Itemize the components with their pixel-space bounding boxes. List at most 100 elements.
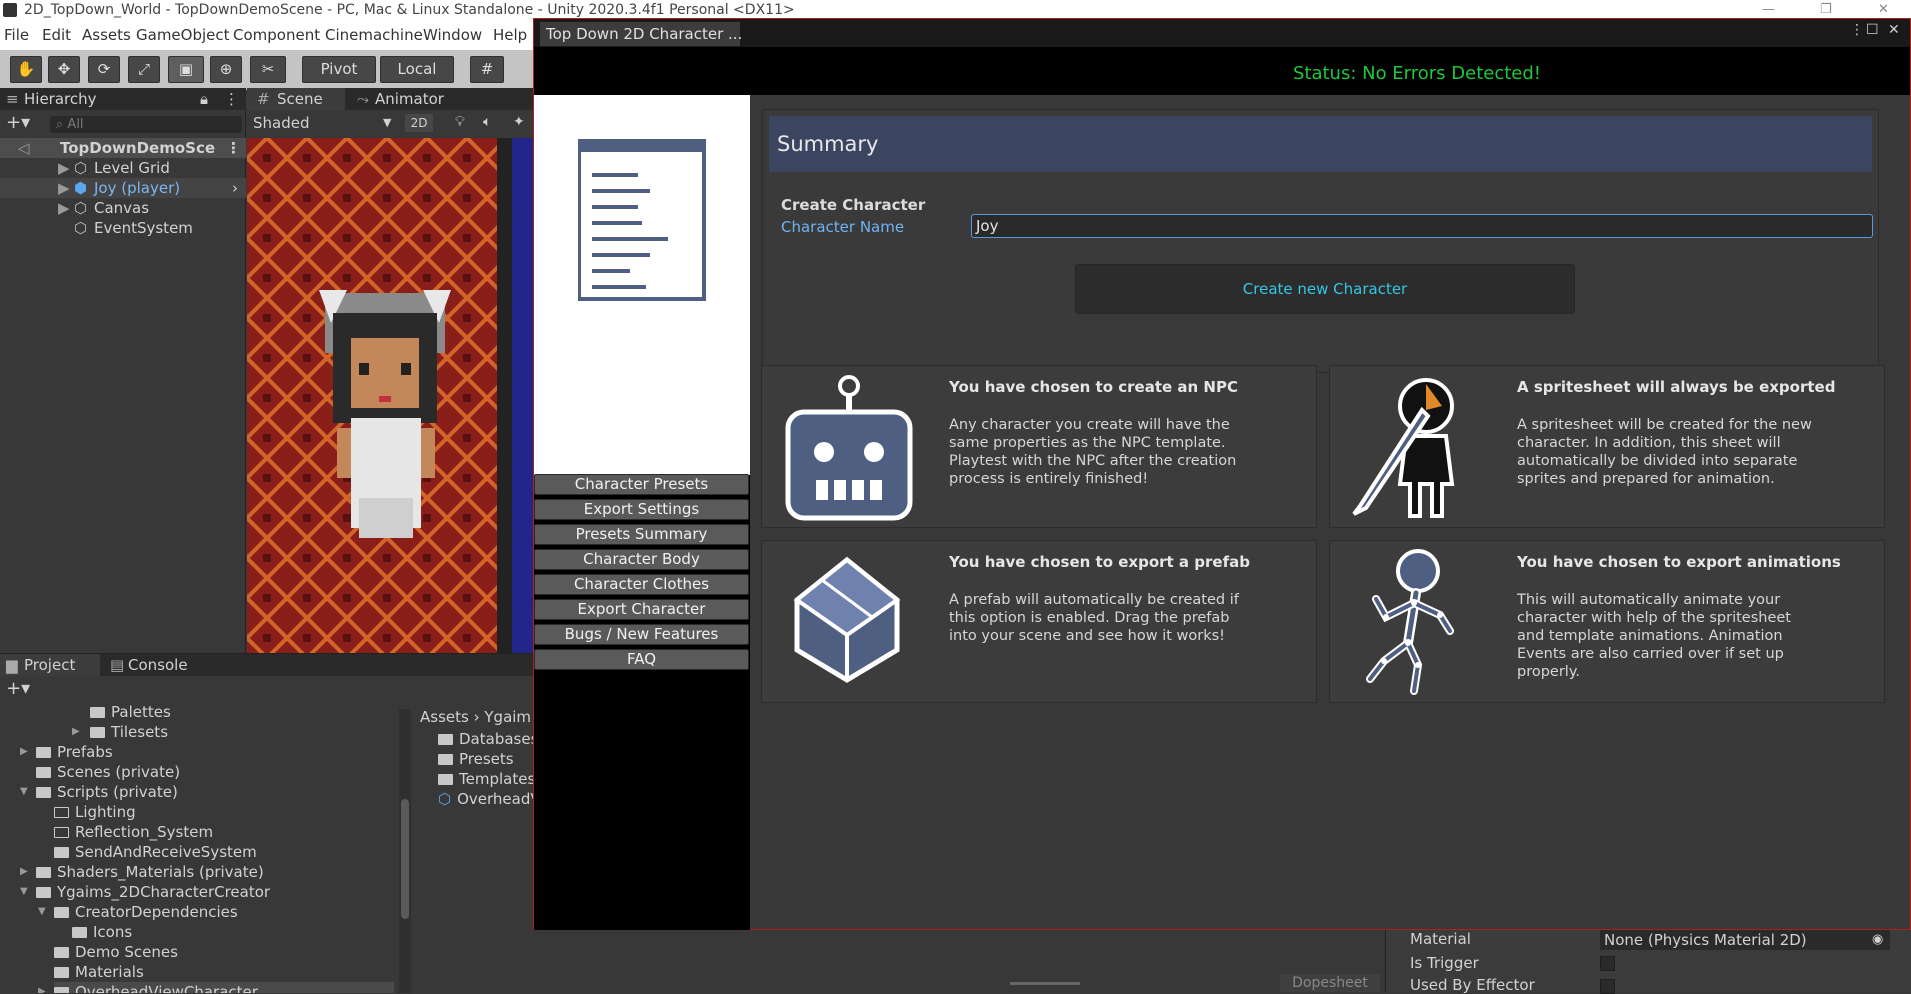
more-options-icon[interactable]: ⋮ (224, 88, 239, 110)
lighting-icon[interactable]: 💡︎ (455, 114, 465, 130)
tree-folder[interactable]: Icons (72, 922, 132, 942)
nav-presets-summary[interactable]: Presets Summary (534, 524, 749, 545)
hierarchy-item[interactable]: ⬡ EventSystem (0, 218, 193, 238)
project-tab[interactable]: ▆ Project (0, 654, 100, 676)
tree-folder[interactable]: ▶ Shaders_Materials (private) (20, 862, 264, 882)
tree-folder[interactable]: Scenes (private) (36, 762, 180, 782)
nav-bugs-new-features[interactable]: Bugs / New Features (534, 624, 749, 645)
shading-dropdown[interactable]: Shaded ▼ (253, 114, 397, 132)
tree-folder[interactable]: Reflection_System (54, 822, 213, 842)
rotate-tool-icon[interactable]: ⟳ (88, 56, 120, 83)
breadcrumb-root[interactable]: Assets (420, 708, 469, 726)
asset-item[interactable]: ⬡ OverheadV (438, 789, 540, 809)
object-picker-icon[interactable]: ◉ (1872, 930, 1883, 950)
is-trigger-checkbox[interactable] (1600, 956, 1615, 971)
tree-folder[interactable]: ▼ Scripts (private) (20, 782, 178, 802)
tree-folder[interactable]: ▶ Prefabs (20, 742, 113, 762)
asset-item[interactable]: Presets (438, 749, 514, 769)
hierarchy-item[interactable]: ▶ ⬡ Canvas (0, 198, 149, 218)
minimize-icon[interactable]: — (1762, 0, 1775, 20)
collapse-arrow-icon[interactable]: ▼ (20, 882, 28, 902)
scene-root-row[interactable]: ◁ TopDownDemoSce ⋮ (0, 138, 246, 158)
tree-folder[interactable]: ▶ Tilesets (72, 722, 168, 742)
close-icon[interactable]: ✕ (1888, 22, 1900, 38)
expand-arrow-icon[interactable]: ▶ (20, 862, 28, 882)
material-field[interactable]: None (Physics Material 2D) ◉ (1600, 930, 1890, 950)
add-icon[interactable]: +▾ (6, 112, 30, 133)
hierarchy-item-selected[interactable]: ▶ ⬢ Joy (player) › (0, 178, 246, 198)
asset-item[interactable]: Databases (438, 729, 538, 749)
tree-folder[interactable]: ▼ Ygaims_2DCharacterCreator (20, 882, 270, 902)
document-preview (534, 95, 750, 475)
collapse-arrow-icon[interactable]: ▼ (20, 782, 28, 802)
expand-arrow-icon[interactable]: ▶ (38, 982, 46, 993)
hierarchy-search-input[interactable]: ⌕ All (50, 116, 242, 133)
close-window-icon[interactable]: ✕ (1878, 0, 1889, 20)
hierarchy-tab[interactable]: Hierarchy (24, 88, 97, 110)
nav-export-settings[interactable]: Export Settings (534, 499, 749, 520)
expand-arrow-icon[interactable]: ▶ (20, 742, 28, 762)
zoom-slider[interactable] (1010, 982, 1080, 985)
audio-icon[interactable]: 🔈︎ (483, 114, 491, 130)
2d-toggle[interactable]: 2D (405, 114, 433, 132)
create-asset-icon[interactable]: +▾ (6, 678, 30, 699)
restore-icon[interactable]: ❐ (1820, 0, 1832, 20)
menu-window[interactable]: Window (423, 20, 482, 50)
menu-help[interactable]: Help (493, 20, 527, 50)
scene-tab[interactable]: # Scene (247, 88, 345, 110)
dopesheet-button[interactable]: Dopesheet (1280, 974, 1380, 992)
project-tree: Palettes ▶ Tilesets ▶ Prefabs Scenes (priv… (0, 705, 400, 993)
effects-icon[interactable]: ✦ (513, 114, 525, 130)
menu-gameobject[interactable]: GameObject (136, 20, 230, 50)
tree-folder[interactable]: Materials (54, 962, 144, 982)
nav-export-character[interactable]: Export Character (534, 599, 749, 620)
character-name-input[interactable]: Joy (971, 214, 1873, 238)
tree-folder[interactable]: Demo Scenes (54, 942, 178, 962)
menu-assets[interactable]: Assets (82, 20, 131, 50)
tree-folder[interactable]: Lighting (54, 802, 136, 822)
menu-component[interactable]: Component (233, 20, 320, 50)
transform-tool-icon[interactable]: ⊕ (210, 56, 242, 83)
nav-faq[interactable]: FAQ (534, 649, 749, 670)
create-new-character-button[interactable]: Create new Character (1075, 264, 1575, 314)
tree-folder[interactable]: Palettes (90, 705, 171, 722)
menu-edit[interactable]: Edit (42, 20, 71, 50)
hand-tool-icon[interactable]: ✋ (10, 56, 42, 83)
scene-menu-icon[interactable]: ⋮ (226, 138, 241, 158)
nav-character-clothes[interactable]: Character Clothes (534, 574, 749, 595)
editor-tab[interactable]: Top Down 2D Character ... (540, 22, 742, 46)
local-button[interactable]: Local (380, 56, 454, 83)
menu-cinemachine[interactable]: Cinemachine (325, 20, 423, 50)
move-tool-icon[interactable]: ✥ (48, 56, 80, 83)
tree-folder[interactable]: SendAndReceiveSystem (54, 842, 257, 862)
rect-tool-icon[interactable]: ▣ (168, 56, 204, 83)
expand-arrow-icon[interactable]: ▶ (58, 198, 70, 218)
custom-tool-icon[interactable]: ✂ (250, 56, 286, 83)
nav-character-presets[interactable]: Character Presets (534, 474, 749, 495)
tree-folder-selected[interactable]: ▶ OverheadViewCharacter (38, 982, 394, 993)
expand-arrow-icon[interactable]: ▶ (72, 722, 80, 742)
menu-file[interactable]: File (4, 20, 29, 50)
chevron-right-icon[interactable]: › (232, 178, 238, 198)
nav-character-body[interactable]: Character Body (534, 549, 749, 570)
pivot-button[interactable]: Pivot (302, 56, 376, 83)
more-options-icon[interactable]: ⋮ (1850, 22, 1864, 38)
collapse-arrow-icon[interactable]: ▼ (38, 902, 46, 922)
hierarchy-item[interactable]: ▶ ⬡ Level Grid (0, 158, 170, 178)
maximize-icon[interactable]: ☐ (1866, 22, 1879, 38)
breadcrumb-child[interactable]: Ygaim (484, 708, 531, 726)
expand-arrow-icon[interactable]: ▶ (58, 178, 70, 198)
scene-viewport[interactable] (247, 138, 540, 653)
lock-icon[interactable]: 🔒︎ (200, 88, 208, 110)
expand-arrow-icon[interactable]: ▶ (58, 158, 70, 178)
grid-snap-icon[interactable]: # (470, 56, 504, 83)
folder-icon (54, 847, 69, 858)
scale-tool-icon[interactable]: ⤢ (128, 56, 160, 83)
prefab-icon: ⬡ (438, 790, 452, 808)
console-tab[interactable]: ▤ Console (110, 654, 188, 676)
scrollbar-thumb[interactable] (401, 799, 409, 919)
asset-item[interactable]: Templates (438, 769, 535, 789)
tree-folder[interactable]: ▼ CreatorDependencies (38, 902, 238, 922)
animator-tab[interactable]: ⤳ Animator (357, 88, 444, 110)
tree-scrollbar[interactable] (399, 709, 411, 993)
